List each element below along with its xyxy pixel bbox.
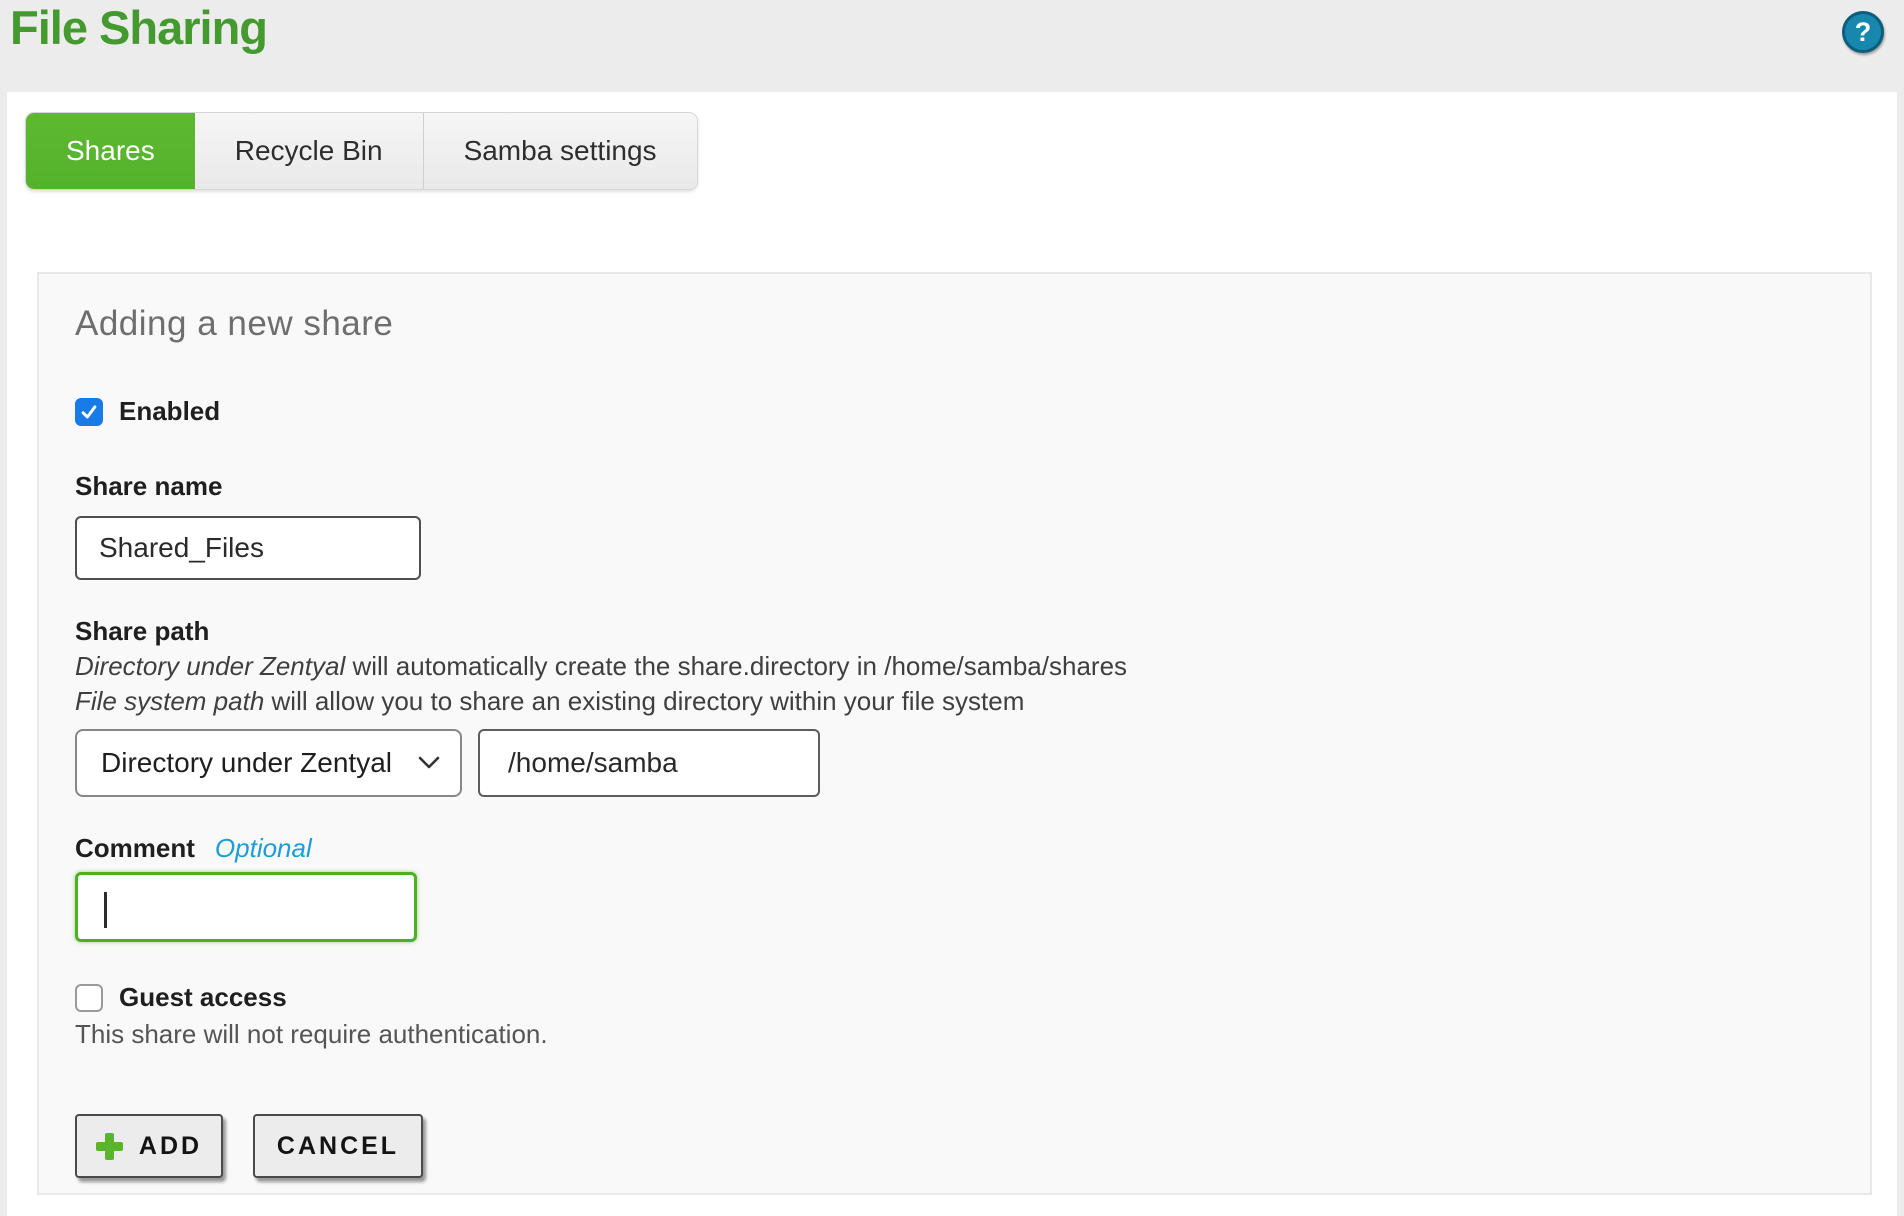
share-path-label: Share path bbox=[75, 616, 1830, 647]
tab-bar: Shares Recycle Bin Samba settings bbox=[25, 112, 698, 190]
comment-label-row: Comment Optional bbox=[75, 833, 1830, 864]
plus-icon bbox=[96, 1133, 123, 1160]
enabled-label: Enabled bbox=[119, 396, 220, 427]
tab-recycle-bin-label: Recycle Bin bbox=[235, 135, 383, 167]
share-path-help-line-1: Directory under Zentyal will automatical… bbox=[75, 651, 1830, 682]
comment-label: Comment bbox=[75, 833, 195, 864]
page-header: File Sharing ? bbox=[0, 0, 1904, 92]
tab-shares-label: Shares bbox=[66, 135, 155, 167]
question-mark-icon: ? bbox=[1855, 17, 1872, 48]
share-path-row: Directory under Zentyal bbox=[75, 729, 1830, 797]
tab-shares[interactable]: Shares bbox=[26, 113, 195, 189]
tab-recycle-bin[interactable]: Recycle Bin bbox=[195, 113, 423, 189]
main-content: Shares Recycle Bin Samba settings Adding… bbox=[7, 92, 1897, 1216]
text-caret bbox=[104, 892, 107, 928]
checkmark-icon bbox=[79, 402, 99, 422]
cancel-button[interactable]: CANCEL bbox=[253, 1114, 423, 1178]
tab-samba-settings-label: Samba settings bbox=[464, 135, 657, 167]
guest-access-label: Guest access bbox=[119, 982, 287, 1013]
path-type-selected-value: Directory under Zentyal bbox=[101, 747, 392, 779]
form-buttons-row: ADD CANCEL bbox=[75, 1114, 1830, 1178]
add-button-label: ADD bbox=[139, 1132, 202, 1161]
share-name-input[interactable] bbox=[75, 516, 421, 580]
add-share-form-panel: Adding a new share Enabled Share name Sh… bbox=[37, 272, 1872, 1195]
guest-access-row: Guest access bbox=[75, 982, 1830, 1013]
guest-access-checkbox[interactable] bbox=[75, 984, 103, 1012]
cancel-button-label: CANCEL bbox=[277, 1132, 399, 1161]
page-title: File Sharing bbox=[10, 0, 267, 55]
share-path-input[interactable] bbox=[478, 729, 820, 797]
share-path-help-line-2: File system path will allow you to share… bbox=[75, 686, 1830, 717]
guest-access-note: This share will not require authenticati… bbox=[75, 1019, 1830, 1050]
enabled-row: Enabled bbox=[75, 396, 1830, 427]
chevron-down-icon bbox=[418, 756, 440, 770]
help-button[interactable]: ? bbox=[1842, 11, 1884, 53]
optional-tag: Optional bbox=[215, 833, 312, 864]
add-button[interactable]: ADD bbox=[75, 1114, 223, 1178]
path-type-select[interactable]: Directory under Zentyal bbox=[75, 729, 462, 797]
comment-input[interactable] bbox=[75, 872, 417, 942]
tab-samba-settings[interactable]: Samba settings bbox=[423, 113, 697, 189]
enabled-checkbox[interactable] bbox=[75, 398, 103, 426]
form-title: Adding a new share bbox=[75, 304, 1830, 344]
share-name-label: Share name bbox=[75, 471, 1830, 502]
